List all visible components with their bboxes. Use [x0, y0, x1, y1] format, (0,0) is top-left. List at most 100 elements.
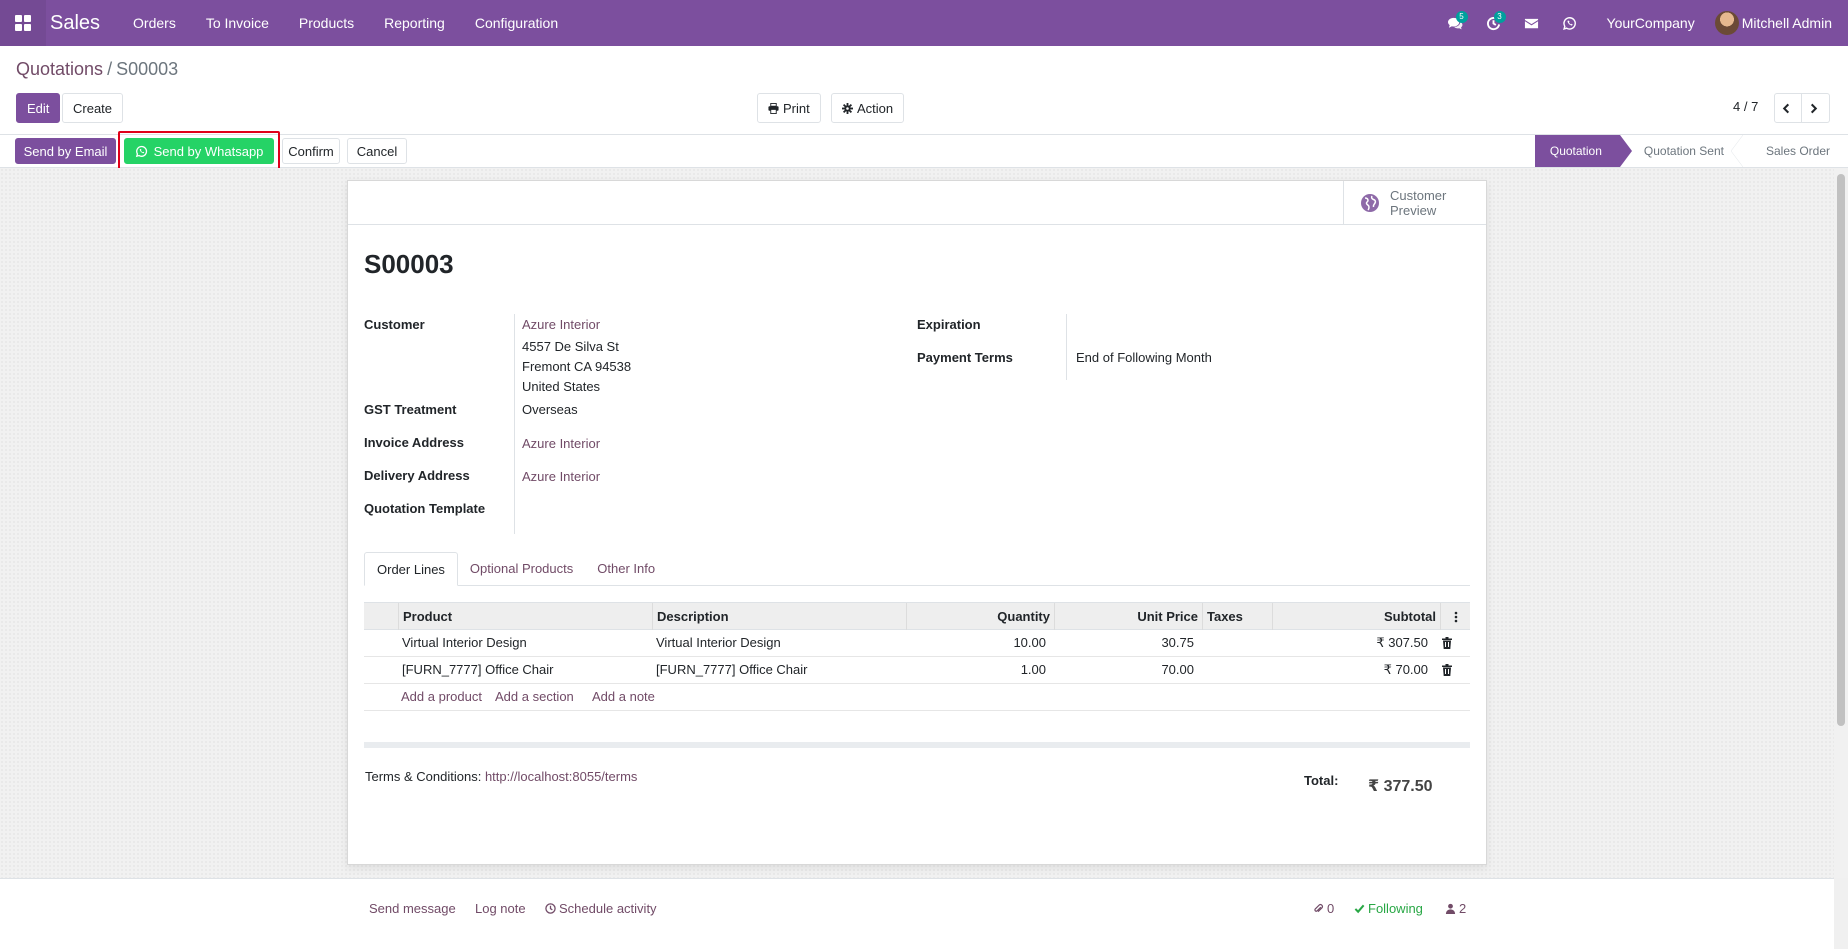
- mail-icon[interactable]: [1513, 0, 1551, 46]
- send-message-button[interactable]: Send message: [369, 901, 456, 916]
- field-separator: [1066, 314, 1067, 380]
- messages-badge: 5: [1455, 11, 1468, 23]
- following-button[interactable]: Following: [1354, 901, 1423, 916]
- send-by-whatsapp-label: Send by Whatsapp: [153, 143, 264, 159]
- column-unit-price[interactable]: Unit Price: [1054, 603, 1202, 630]
- gear-icon: [842, 102, 853, 114]
- chevron-right-icon: [1810, 103, 1818, 113]
- activities-badge: 3: [1493, 11, 1506, 23]
- user-menu[interactable]: Mitchell Admin: [1714, 11, 1848, 35]
- activities-icon[interactable]: 3: [1475, 0, 1513, 46]
- line-taxes[interactable]: [1202, 630, 1210, 656]
- line-subtotal: ₹ 307.50: [1376, 635, 1428, 650]
- globe-icon: [1361, 194, 1379, 212]
- column-quantity[interactable]: Quantity: [906, 603, 1054, 630]
- terms-label: Terms & Conditions:: [365, 769, 482, 784]
- terms-and-conditions: Terms & Conditions: http://localhost:805…: [365, 769, 637, 784]
- schedule-activity-button[interactable]: Schedule activity: [545, 901, 657, 916]
- user-icon: [1445, 903, 1456, 914]
- delivery-address-field[interactable]: Azure Interior: [522, 469, 600, 484]
- edit-button[interactable]: Edit: [16, 93, 61, 123]
- line-unit-price[interactable]: 70.00: [1054, 657, 1198, 683]
- whatsapp-icon[interactable]: [1551, 0, 1589, 46]
- column-taxes[interactable]: Taxes: [1202, 603, 1272, 630]
- menu-orders[interactable]: Orders: [118, 0, 191, 46]
- pager-next-button[interactable]: [1802, 93, 1830, 123]
- add-product-link[interactable]: Add a product: [401, 684, 482, 710]
- add-section-link[interactable]: Add a section: [495, 684, 574, 710]
- chatter-topbar: Send message Log note Schedule activity …: [0, 878, 1834, 949]
- line-description[interactable]: [FURN_7777] Office Chair: [652, 657, 812, 683]
- scrollbar-thumb[interactable]: [1837, 174, 1845, 726]
- line-product[interactable]: [FURN_7777] Office Chair: [398, 657, 558, 683]
- add-note-link[interactable]: Add a note: [592, 684, 655, 710]
- trash-icon[interactable]: [1442, 664, 1452, 676]
- breadcrumb-quotations[interactable]: Quotations: [16, 59, 103, 79]
- customer-preview-button[interactable]: Customer Preview: [1343, 181, 1486, 225]
- following-label: Following: [1368, 901, 1423, 916]
- table-header: Product Description Quantity Unit Price …: [364, 602, 1470, 630]
- company-switcher[interactable]: YourCompany: [1589, 15, 1715, 31]
- messages-icon[interactable]: 5: [1437, 0, 1475, 46]
- customer-field[interactable]: Azure Interior: [522, 317, 600, 332]
- followers-button[interactable]: 2: [1445, 901, 1466, 916]
- chevron-left-icon: [1782, 103, 1789, 113]
- clock-icon: [545, 903, 556, 914]
- order-lines-table: Product Description Quantity Unit Price …: [364, 602, 1470, 711]
- button-box: Customer Preview: [348, 181, 1486, 225]
- pager-previous-button[interactable]: [1774, 93, 1802, 123]
- trash-icon[interactable]: [1442, 637, 1452, 649]
- line-description[interactable]: Virtual Interior Design: [652, 630, 785, 656]
- apps-menu-icon[interactable]: [0, 0, 46, 46]
- terms-link[interactable]: http://localhost:8055/terms: [485, 769, 637, 784]
- send-by-email-button[interactable]: Send by Email: [15, 138, 116, 164]
- customer-address-country: United States: [522, 379, 601, 394]
- pager-buttons: [1774, 93, 1830, 123]
- whatsapp-icon: [135, 145, 147, 157]
- menu-configuration[interactable]: Configuration: [460, 0, 573, 46]
- add-line-row: Add a product Add a section Add a note: [364, 684, 1470, 711]
- line-quantity[interactable]: 1.00: [906, 657, 1050, 683]
- payment-terms-field[interactable]: End of Following Month: [1076, 350, 1212, 365]
- tab-order-lines[interactable]: Order Lines: [364, 552, 458, 586]
- cancel-button[interactable]: Cancel: [347, 138, 407, 164]
- table-row[interactable]: Virtual Interior Design Virtual Interior…: [364, 630, 1470, 657]
- line-quantity[interactable]: 10.00: [906, 630, 1050, 656]
- line-taxes[interactable]: [1202, 657, 1210, 683]
- invoice-address-field[interactable]: Azure Interior: [522, 436, 600, 451]
- app-name[interactable]: Sales: [48, 12, 118, 35]
- action-label: Action: [857, 100, 894, 116]
- column-subtotal[interactable]: Subtotal: [1272, 603, 1440, 630]
- attachments-button[interactable]: 0: [1313, 901, 1334, 916]
- create-button[interactable]: Create: [62, 93, 124, 123]
- column-description[interactable]: Description: [652, 603, 906, 630]
- customer-preview-label: Customer Preview: [1390, 188, 1447, 218]
- menu-to-invoice[interactable]: To Invoice: [191, 0, 284, 46]
- total-label: Total:: [1304, 773, 1339, 788]
- print-button[interactable]: Print: [757, 93, 821, 123]
- confirm-button[interactable]: Confirm: [282, 138, 340, 164]
- optional-columns-icon[interactable]: [1440, 603, 1470, 630]
- stage-sales-order[interactable]: Sales Order: [1742, 135, 1848, 167]
- line-product[interactable]: Virtual Interior Design: [398, 630, 531, 656]
- form-statusbar: Send by Email Send by Whatsapp Confirm C…: [0, 131, 1848, 171]
- breadcrumb-separator: /: [107, 59, 113, 79]
- stage-quotation-sent[interactable]: Quotation Sent: [1620, 135, 1744, 167]
- menu-reporting[interactable]: Reporting: [369, 0, 460, 46]
- send-by-whatsapp-button[interactable]: Send by Whatsapp: [124, 138, 274, 164]
- action-button[interactable]: Action: [831, 93, 905, 123]
- tab-optional-products[interactable]: Optional Products: [458, 552, 585, 586]
- tab-other-info[interactable]: Other Info: [585, 552, 667, 586]
- pager-value[interactable]: 4 / 7: [1733, 99, 1758, 114]
- stage-quotation[interactable]: Quotation: [1534, 135, 1632, 167]
- menu-products[interactable]: Products: [284, 0, 369, 46]
- paperclip-icon: [1314, 903, 1324, 913]
- table-row[interactable]: [FURN_7777] Office Chair [FURN_7777] Off…: [364, 657, 1470, 684]
- log-note-button[interactable]: Log note: [475, 901, 526, 916]
- line-unit-price[interactable]: 30.75: [1054, 630, 1198, 656]
- field-separator: [514, 314, 515, 534]
- gst-treatment-field[interactable]: Overseas: [522, 402, 578, 417]
- stage-pipeline: Quotation Quotation Sent Sales Order: [1534, 135, 1848, 167]
- column-product[interactable]: Product: [398, 603, 654, 630]
- scrollbar[interactable]: [1834, 168, 1848, 878]
